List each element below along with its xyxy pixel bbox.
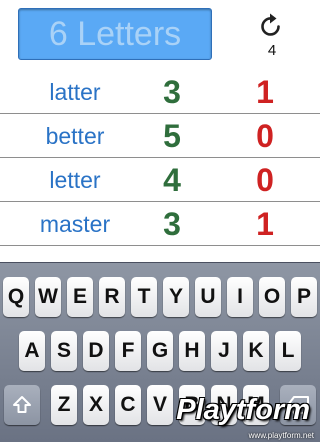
guess-input-box[interactable]: [18, 8, 212, 60]
shift-key[interactable]: [4, 385, 40, 425]
key-d[interactable]: D: [83, 331, 109, 371]
guess-row: latter 3 1: [0, 70, 320, 114]
key-a[interactable]: A: [19, 331, 45, 371]
wrong-position-count: 0: [256, 118, 274, 154]
watermark-brand: Playtform: [176, 394, 310, 426]
shift-arrow-icon: [13, 396, 31, 413]
key-u[interactable]: U: [195, 277, 221, 317]
guess-input[interactable]: [19, 9, 211, 59]
key-s[interactable]: S: [51, 331, 77, 371]
key-j[interactable]: J: [211, 331, 237, 371]
wrong-position-count: 1: [256, 74, 274, 110]
correct-position-count: 4: [163, 162, 181, 198]
key-y[interactable]: Y: [163, 277, 189, 317]
wrong-position-count: 1: [256, 206, 274, 242]
key-f[interactable]: F: [115, 331, 141, 371]
wrong-position-count: 0: [256, 162, 274, 198]
guess-word: master: [39, 211, 111, 237]
key-z[interactable]: Z: [51, 385, 77, 425]
correct-position-count: 3: [163, 74, 181, 110]
guess-word: latter: [49, 79, 101, 105]
key-h[interactable]: H: [179, 331, 205, 371]
key-i[interactable]: I: [227, 277, 253, 317]
key-c[interactable]: C: [115, 385, 141, 425]
key-w[interactable]: W: [35, 277, 61, 317]
key-q[interactable]: Q: [3, 277, 29, 317]
guess-row: letter 4 0: [0, 158, 320, 202]
playtform-watermark: Playtform www.playtform.net: [160, 394, 320, 442]
key-k[interactable]: K: [243, 331, 269, 371]
key-o[interactable]: O: [259, 277, 285, 317]
key-l[interactable]: L: [275, 331, 301, 371]
key-p[interactable]: P: [291, 277, 317, 317]
watermark-url: www.playtform.net: [248, 431, 314, 440]
key-t[interactable]: T: [131, 277, 157, 317]
guess-word: letter: [49, 167, 101, 193]
reset-count: 4: [267, 42, 277, 59]
guess-word: better: [45, 123, 105, 149]
correct-position-count: 5: [163, 118, 181, 154]
key-e[interactable]: E: [67, 277, 93, 317]
refresh-icon: [261, 13, 280, 36]
key-x[interactable]: X: [83, 385, 109, 425]
guess-row: better 5 0: [0, 114, 320, 158]
guess-row: master 3 1: [0, 202, 320, 246]
key-g[interactable]: G: [147, 331, 173, 371]
correct-position-count: 3: [163, 206, 181, 242]
guess-list: latter 3 1 better 5 0 letter 4 0 master …: [0, 70, 320, 246]
key-r[interactable]: R: [99, 277, 125, 317]
reset-button[interactable]: [254, 10, 288, 40]
